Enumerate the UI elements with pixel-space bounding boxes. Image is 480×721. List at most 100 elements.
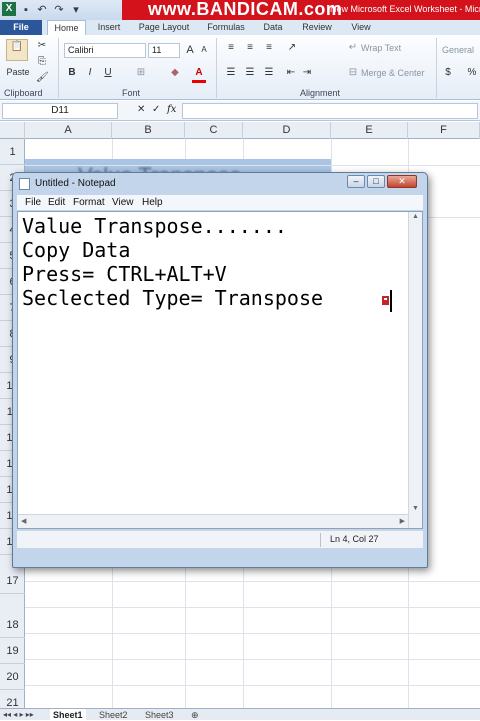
column-header[interactable]: B	[112, 122, 185, 139]
row-header[interactable]: 18	[0, 612, 25, 638]
redo-icon[interactable]: ↷	[52, 3, 66, 17]
notepad-status-bar: Ln 4, Col 27	[17, 530, 423, 548]
font-size-select[interactable]: 11	[148, 43, 180, 58]
align-left-icon[interactable]: ☰	[224, 66, 238, 80]
row-header[interactable]: 19	[0, 638, 25, 664]
grow-font-icon[interactable]: A	[184, 43, 196, 57]
minimize-icon[interactable]: –	[347, 175, 365, 188]
scroll-left-icon[interactable]: ◀	[21, 517, 26, 525]
wrap-text-icon[interactable]: ↵	[346, 41, 360, 55]
scroll-down-icon[interactable]: ▼	[412, 505, 419, 512]
grid-line	[25, 685, 480, 686]
alignment-group-label: Alignment	[300, 88, 341, 98]
select-all-corner[interactable]	[0, 122, 25, 139]
text-caret	[390, 290, 392, 312]
column-header[interactable]: F	[408, 122, 480, 139]
currency-button[interactable]: $	[443, 66, 453, 80]
row-header[interactable]: 20	[0, 664, 25, 690]
sheet-nav-icon[interactable]: ◂◂ ◂ ▸ ▸▸	[3, 709, 34, 721]
column-header[interactable]: E	[331, 122, 408, 139]
sheet-tab-sheet2[interactable]: Sheet2	[96, 709, 131, 721]
fill-color-icon[interactable]: ◆	[168, 66, 182, 80]
align-right-icon[interactable]: ☰	[262, 66, 276, 80]
tab-file[interactable]: File	[0, 20, 42, 35]
column-header[interactable]: D	[243, 122, 331, 139]
horizontal-scrollbar[interactable]: ◀ ▶	[18, 514, 408, 528]
ribbon-separator	[436, 38, 437, 98]
qat-dropdown-icon[interactable]: ▾	[69, 3, 83, 17]
column-headers: A B C D E F	[0, 122, 480, 139]
decrease-indent-icon[interactable]: ⇤	[284, 66, 298, 80]
number-format-select[interactable]: General	[442, 43, 478, 57]
scroll-up-icon[interactable]: ▲	[412, 213, 419, 220]
column-header[interactable]: A	[25, 122, 112, 139]
notepad-window[interactable]: Untitled - Notepad – □ ✕ File Edit Forma…	[12, 172, 428, 568]
insert-function-icon[interactable]: fx	[167, 104, 176, 115]
save-icon[interactable]: ▪	[19, 3, 33, 17]
tab-home[interactable]: Home	[47, 20, 86, 35]
notepad-line-2: Copy Data	[22, 238, 131, 262]
menu-edit[interactable]: Edit	[48, 195, 65, 210]
ribbon-tabs: File Home Insert Page Layout Formulas Da…	[0, 20, 480, 35]
paste-icon[interactable]: 📋	[6, 39, 28, 61]
increase-indent-icon[interactable]: ⇥	[300, 66, 314, 80]
align-center-icon[interactable]: ☰	[243, 66, 257, 80]
underline-icon[interactable]: U	[102, 66, 114, 80]
percent-button[interactable]: %	[466, 66, 478, 80]
orientation-icon[interactable]: ↗	[284, 41, 300, 55]
scroll-right-icon[interactable]: ▶	[400, 517, 405, 525]
maximize-icon[interactable]: □	[367, 175, 385, 188]
cancel-icon[interactable]: ✕	[137, 104, 145, 115]
notepad-text-area[interactable]: Value Transpose....... Copy Data Press= …	[17, 211, 423, 529]
menu-help[interactable]: Help	[142, 195, 163, 210]
notepad-title: Untitled - Notepad	[35, 178, 116, 189]
ribbon-separator	[58, 38, 59, 98]
sheet-tab-sheet1[interactable]: Sheet1	[50, 709, 86, 721]
merge-center-button[interactable]: Merge & Center	[361, 66, 431, 80]
row-header[interactable]: 17	[0, 568, 25, 594]
cut-icon[interactable]: ✂	[36, 39, 48, 53]
merge-center-icon[interactable]: ⊟	[346, 66, 360, 80]
vertical-scrollbar[interactable]: ▲ ▼	[408, 212, 422, 528]
tab-data[interactable]: Data	[260, 20, 286, 35]
close-icon[interactable]: ✕	[387, 175, 417, 188]
name-box[interactable]: D11	[2, 103, 118, 119]
tab-review[interactable]: Review	[298, 20, 336, 35]
tab-formulas[interactable]: Formulas	[204, 20, 248, 35]
formula-input[interactable]	[182, 103, 478, 119]
tab-insert[interactable]: Insert	[94, 20, 124, 35]
italic-icon[interactable]: I	[84, 66, 96, 80]
notepad-menu-bar: File Edit Format View Help	[17, 195, 423, 210]
borders-icon[interactable]: ⊞	[134, 66, 148, 80]
wrap-text-button[interactable]: Wrap Text	[361, 41, 407, 55]
align-middle-icon[interactable]: ≡	[243, 41, 257, 55]
menu-view[interactable]: View	[112, 195, 134, 210]
menu-file[interactable]: File	[25, 195, 41, 210]
row-header[interactable]: 1	[0, 139, 25, 165]
undo-icon[interactable]: ↶	[35, 3, 49, 17]
excel-logo-icon[interactable]: X	[2, 2, 16, 16]
font-color-icon[interactable]: A	[192, 66, 206, 83]
align-bottom-icon[interactable]: ≡	[262, 41, 276, 55]
tab-page-layout[interactable]: Page Layout	[136, 20, 192, 35]
format-painter-icon[interactable]: 🖌	[36, 71, 49, 85]
menu-format[interactable]: Format	[73, 195, 105, 210]
copy-icon[interactable]: ⎘	[36, 55, 48, 69]
excel-document-title: New Microsoft Excel Worksheet - Micro	[330, 4, 480, 14]
font-name-select[interactable]: Calibri	[64, 43, 146, 58]
grid-line	[25, 633, 480, 634]
bold-icon[interactable]: B	[66, 66, 78, 80]
shrink-font-icon[interactable]: A	[198, 43, 210, 57]
insert-sheet-icon[interactable]: ⊕	[188, 709, 202, 721]
notepad-line-1: Value Transpose.......	[22, 214, 287, 238]
align-top-icon[interactable]: ≡	[224, 41, 238, 55]
ribbon: 📋 Paste ✂ ⎘ 🖌 Clipboard Calibri 11 A A B…	[0, 35, 480, 100]
paste-button[interactable]: Paste	[4, 65, 32, 79]
column-header[interactable]: C	[185, 122, 243, 139]
sheet-tab-sheet3[interactable]: Sheet3	[142, 709, 177, 721]
status-divider	[320, 533, 321, 547]
ribbon-separator	[216, 38, 217, 98]
tab-view[interactable]: View	[347, 20, 375, 35]
clipboard-group-label: Clipboard	[4, 88, 43, 98]
enter-icon[interactable]: ✓	[152, 104, 160, 115]
